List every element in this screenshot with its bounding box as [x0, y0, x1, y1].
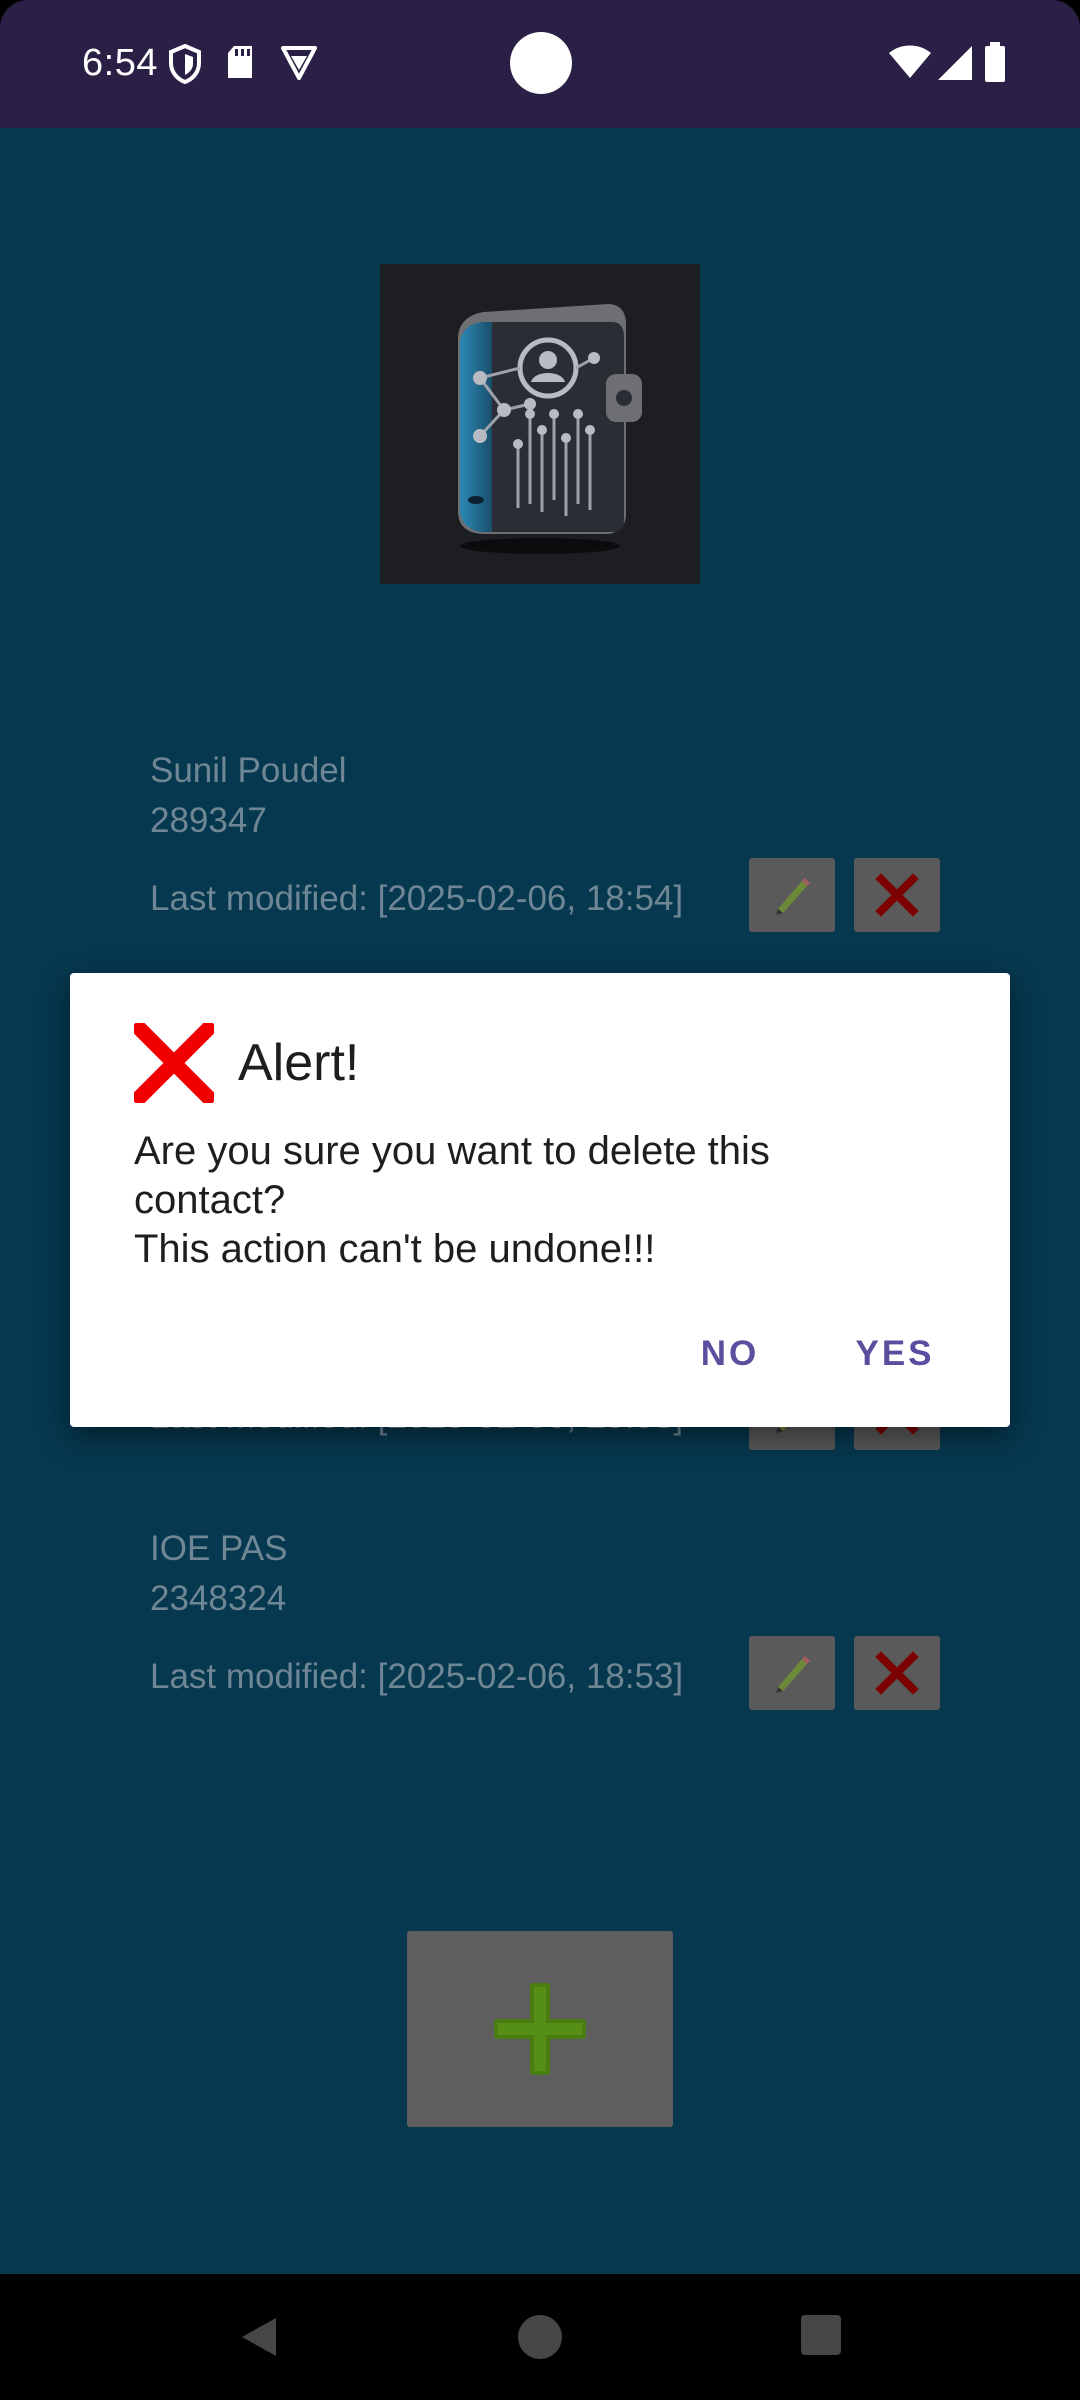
plus-icon — [494, 1983, 586, 2075]
edit-button[interactable] — [749, 858, 835, 932]
dialog-message: Are you sure you want to delete this con… — [134, 1127, 954, 1274]
home-icon[interactable] — [517, 2314, 563, 2360]
contact-name: IOE PAS — [150, 1529, 288, 1568]
pencil-icon — [776, 878, 810, 915]
delete-button[interactable] — [854, 1636, 940, 1710]
contact-phone: 289347 — [150, 801, 267, 840]
dialog-message-line: Are you sure you want to delete this — [134, 1129, 770, 1173]
contact-book-logo — [380, 264, 700, 584]
cell-signal-icon — [938, 46, 972, 80]
dialog-message-line: This action can't be undone!!! — [134, 1227, 656, 1271]
vpn-badge-icon — [281, 46, 317, 80]
close-icon — [875, 1651, 919, 1695]
sd-card-icon — [228, 46, 252, 78]
close-icon — [875, 873, 919, 917]
contact-phone: 2348324 — [150, 1579, 287, 1618]
close-icon — [134, 1023, 214, 1103]
recents-icon[interactable] — [800, 2314, 842, 2356]
no-button[interactable]: NO — [670, 1319, 790, 1389]
back-icon[interactable] — [236, 2314, 282, 2360]
shield-icon — [169, 44, 201, 84]
delete-button[interactable] — [854, 858, 940, 932]
camera-cutout — [510, 32, 572, 94]
list-item[interactable]: Sunil Poudel 289347 Last modified: [2025… — [150, 748, 950, 938]
contact-name: Sunil Poudel — [150, 751, 347, 790]
status-time: 6:54 — [82, 42, 158, 84]
add-contact-button[interactable] — [407, 1931, 673, 2127]
pencil-icon — [776, 1656, 810, 1693]
dialog-title: Alert! — [238, 1034, 360, 1092]
edit-button[interactable] — [749, 1636, 835, 1710]
status-bar: 6:54 — [0, 0, 1080, 128]
delete-confirmation-dialog: Alert! Are you sure you want to delete t… — [70, 973, 1010, 1427]
contact-modified: Last modified: [2025-02-06, 18:54] — [150, 879, 684, 918]
yes-button[interactable]: YES — [830, 1319, 960, 1389]
list-item[interactable]: IOE PAS 2348324 Last modified: [2025-02-… — [150, 1526, 950, 1716]
battery-icon — [985, 42, 1005, 82]
dialog-message-line: contact? — [134, 1178, 286, 1222]
navigation-bar — [0, 2274, 1080, 2400]
wifi-icon — [889, 45, 931, 78]
contact-modified: Last modified: [2025-02-06, 18:53] — [150, 1657, 684, 1696]
